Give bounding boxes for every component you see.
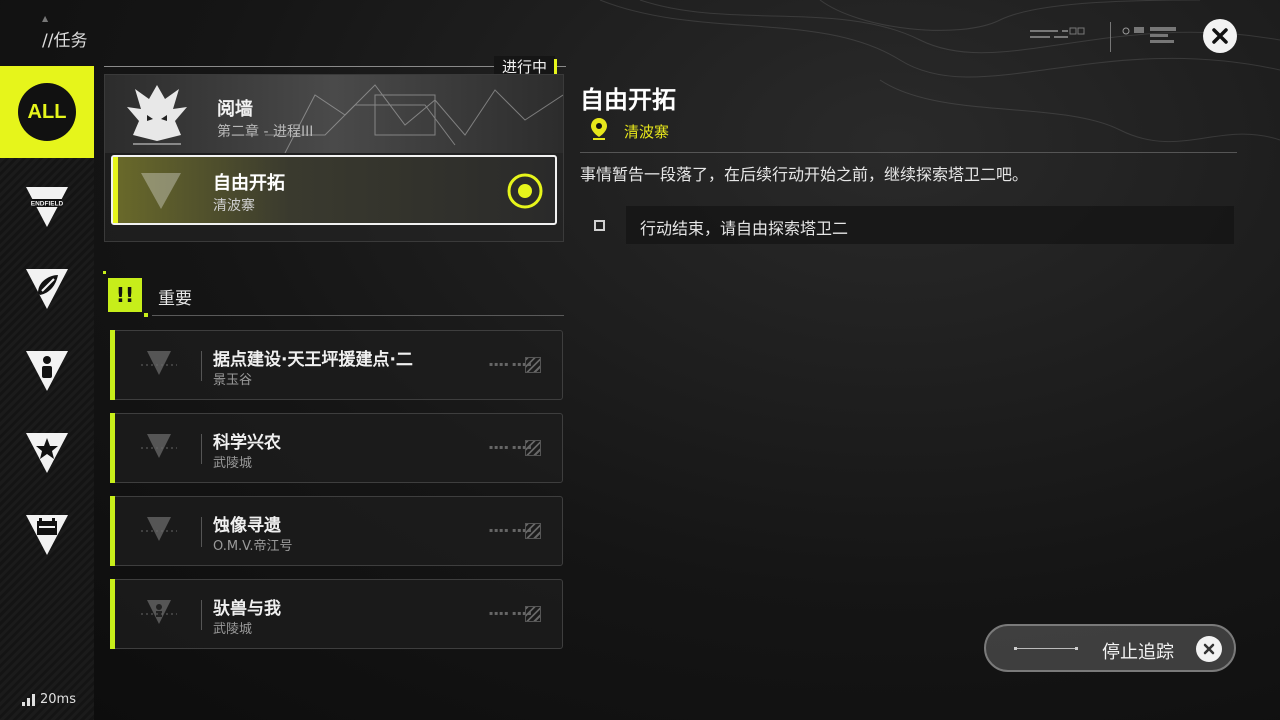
task-separator	[201, 517, 202, 547]
task-indicator-bar	[110, 579, 115, 649]
stop-tracking-label: 停止追踪	[1102, 642, 1174, 663]
important-section-label: 重要	[158, 289, 192, 309]
task-title: 据点建设·天王坪援建点·二	[213, 350, 413, 370]
sidebar-item-leaf[interactable]	[0, 248, 94, 330]
star-triangle-icon	[26, 433, 68, 473]
endfield-icon: ENDFIELD	[26, 187, 68, 227]
decor-dot	[103, 271, 106, 274]
network-status: 20ms	[22, 692, 76, 707]
person-triangle-icon	[141, 600, 177, 624]
hatch-icon	[525, 523, 541, 539]
leaf-triangle-icon	[141, 517, 177, 541]
signal-icon	[22, 693, 35, 706]
in-progress-group: 阅墙 第二章 - 进程III 自由开拓 清波寨	[104, 74, 564, 242]
active-mission-card[interactable]: 自由开拓 清波寨	[111, 155, 557, 225]
close-icon	[1212, 28, 1228, 44]
task-indicator-bar	[110, 496, 115, 566]
task-card[interactable]: 科学兴农 武陵城 ▪▪▪▪ ▪▪▪▪	[110, 413, 563, 483]
ping-value: 20ms	[40, 692, 76, 707]
task-indicator-bar	[110, 330, 115, 400]
objective-checkbox-icon	[594, 220, 605, 231]
tracking-target-icon[interactable]	[505, 171, 545, 211]
task-card[interactable]: 据点建设·天王坪援建点·二 景玉谷 ▪▪▪▪ ▪▪▪▪	[110, 330, 563, 400]
chapter-header[interactable]: 阅墙 第二章 - 进程III	[105, 75, 563, 153]
category-sidebar: ALL ENDFIELD	[0, 66, 94, 720]
task-title: 科学兴农	[213, 433, 281, 453]
detail-description: 事情暂告一段落了，在后续行动开始之前，继续探索塔卫二吧。	[580, 165, 1029, 184]
endfield-mark-icon	[141, 173, 181, 209]
hatch-icon	[525, 440, 541, 456]
task-card[interactable]: 驮兽与我 武陵城 ▪▪▪▪ ▪▪▪▪	[110, 579, 563, 649]
objective-row: 行动结束，请自由探索塔卫二	[580, 206, 1234, 244]
hatch-icon	[525, 606, 541, 622]
task-separator	[201, 434, 202, 464]
task-card[interactable]: 蚀像寻遗 O.M.V.帝江号 ▪▪▪▪ ▪▪▪▪	[110, 496, 563, 566]
task-location: O.M.V.帝江号	[213, 539, 293, 554]
active-mission-location: 清波寨	[213, 198, 255, 214]
chapter-emblem-icon	[127, 85, 187, 145]
sidebar-item-all[interactable]: ALL	[0, 66, 94, 158]
task-location: 景玉谷	[213, 373, 253, 388]
objective-text: 行动结束，请自由探索塔卫二	[640, 219, 849, 238]
leaf-triangle-icon	[141, 434, 177, 458]
stop-tracking-button[interactable]: 停止追踪	[984, 624, 1236, 672]
sidebar-item-person[interactable]	[0, 330, 94, 412]
calendar-triangle-icon	[26, 515, 68, 555]
active-mission-title: 自由开拓	[213, 173, 285, 194]
hatch-icon	[525, 357, 541, 373]
button-decor-line	[1014, 647, 1078, 650]
leaf-triangle-icon	[141, 351, 177, 375]
detail-divider	[580, 152, 1237, 153]
close-circle-icon	[1196, 636, 1222, 662]
sidebar-item-calendar[interactable]	[0, 494, 94, 576]
task-title: 驮兽与我	[213, 599, 281, 619]
task-title: 蚀像寻遗	[213, 516, 281, 536]
brand-mark: ▲	[42, 14, 50, 23]
chapter-subtitle: 第二章 - 进程III	[217, 124, 314, 140]
task-location: 武陵城	[213, 622, 253, 637]
svg-text:ENDFIELD: ENDFIELD	[31, 201, 64, 208]
active-indicator-bar	[113, 157, 118, 223]
task-separator	[201, 600, 202, 630]
sidebar-item-star[interactable]	[0, 412, 94, 494]
all-icon: ALL	[18, 83, 76, 141]
task-separator	[201, 351, 202, 381]
chapter-title: 阅墙	[217, 99, 253, 120]
leaf-triangle-icon	[26, 269, 68, 309]
close-button[interactable]	[1203, 19, 1237, 53]
detail-title: 自由开拓	[580, 86, 676, 114]
page-title: //任务	[42, 31, 88, 51]
task-location: 武陵城	[213, 456, 253, 471]
header-decoration	[1030, 22, 1176, 52]
close-icon	[1203, 643, 1215, 655]
chapter-artwork	[265, 84, 563, 153]
detail-location: 清波寨	[624, 123, 670, 141]
important-badge: !!	[108, 278, 142, 312]
decor-dot	[144, 313, 148, 317]
sidebar-item-endfield[interactable]: ENDFIELD	[0, 166, 94, 248]
important-divider	[152, 315, 564, 316]
person-triangle-icon	[26, 351, 68, 391]
task-indicator-bar	[110, 413, 115, 483]
location-pin-icon	[591, 118, 607, 140]
